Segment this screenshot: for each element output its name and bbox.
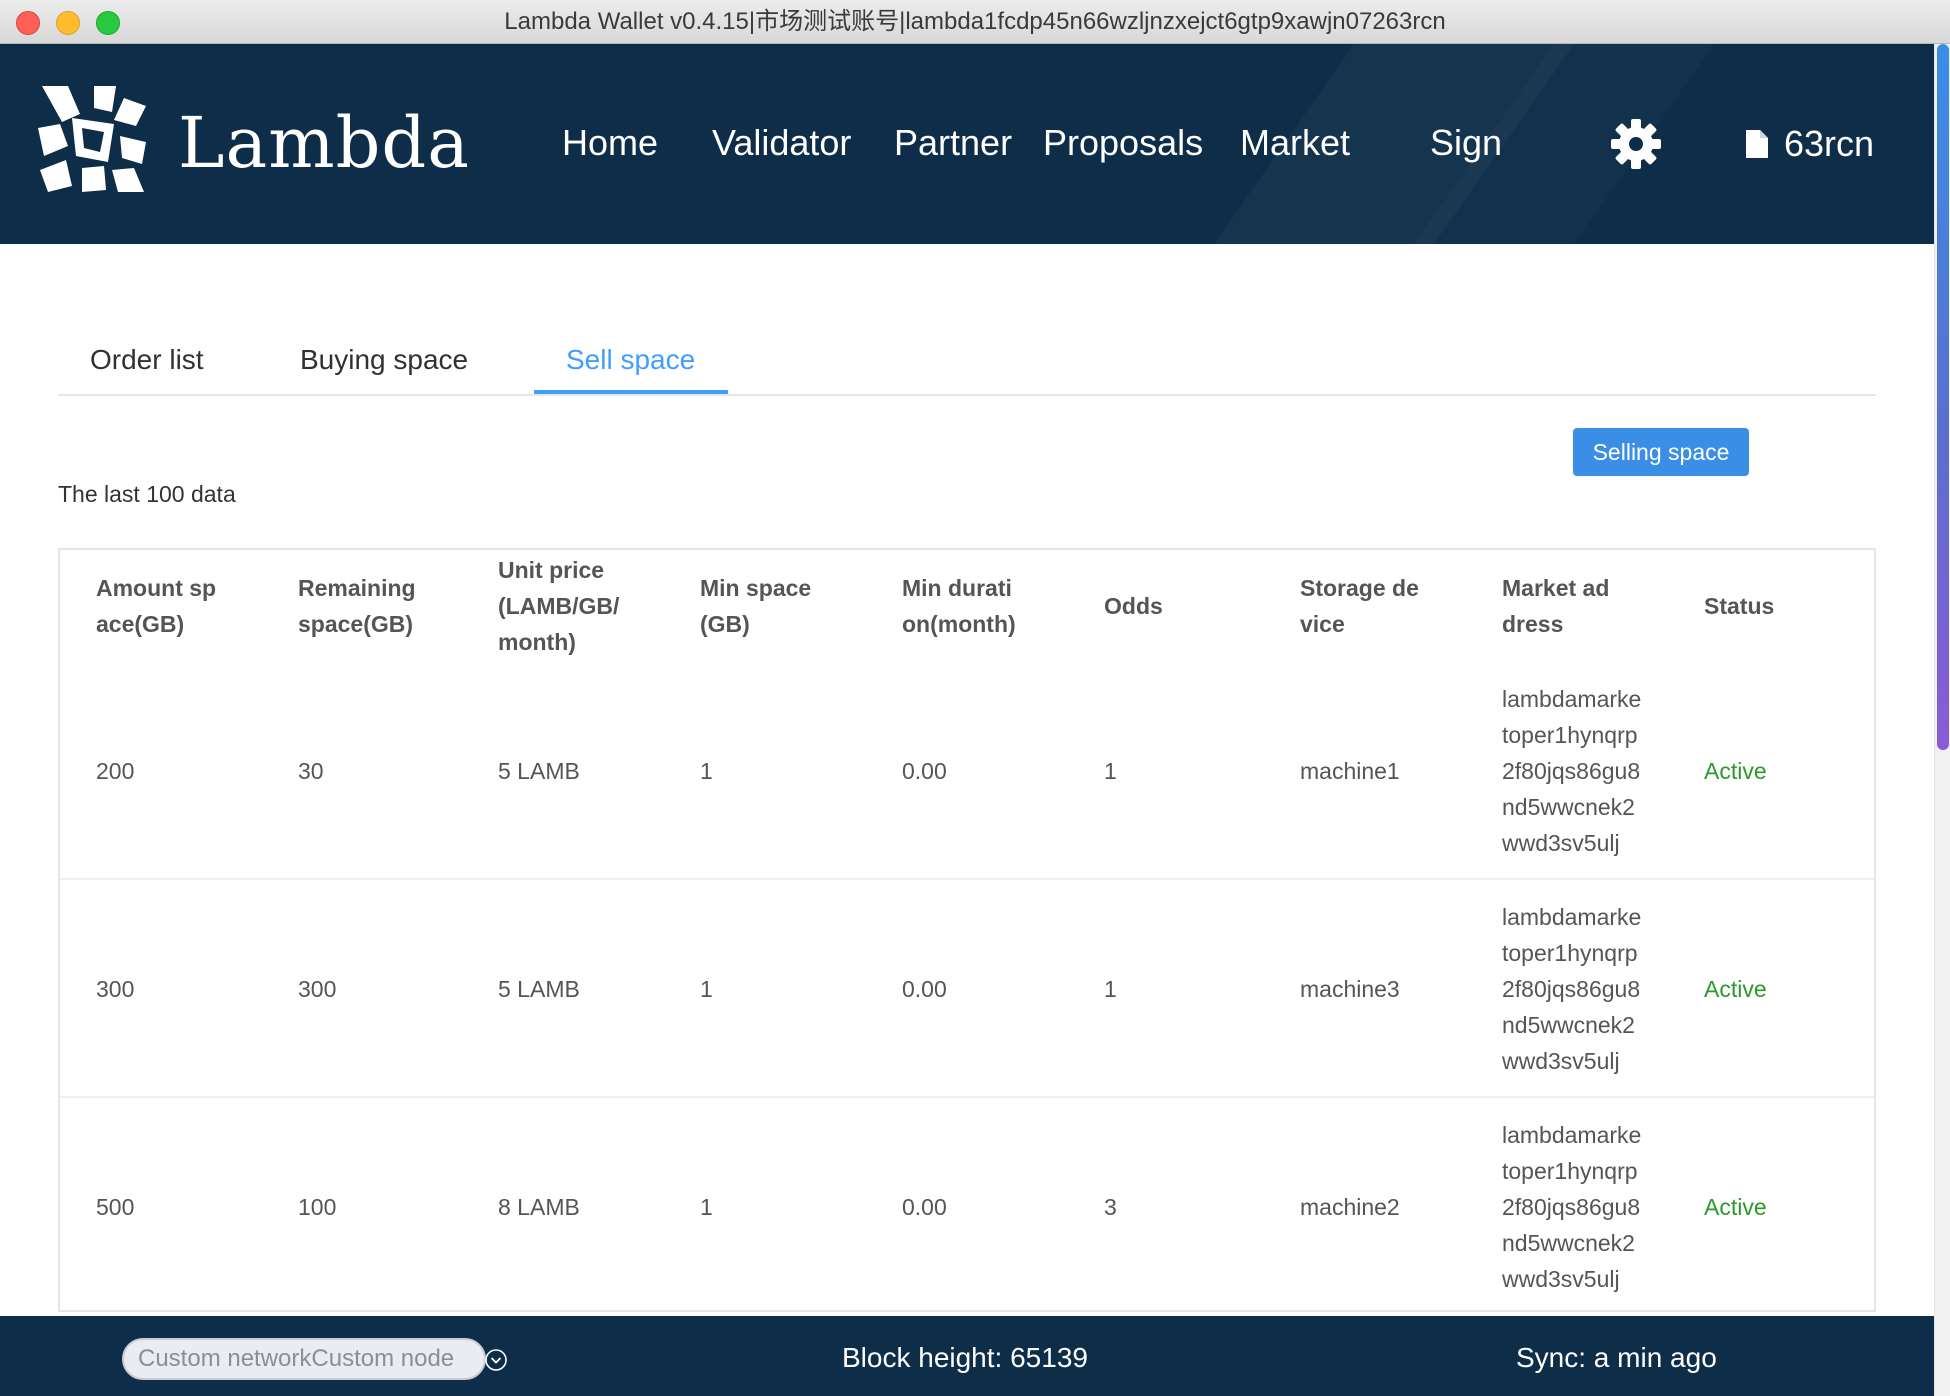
header-text-line: month) <box>498 629 576 655</box>
selling-space-button[interactable]: Selling space <box>1573 428 1749 476</box>
remaining-cell: 30 <box>298 757 324 784</box>
nav-partner[interactable]: Partner <box>894 122 1012 164</box>
unit-price-cell: 8 LAMB <box>498 1193 580 1220</box>
min-duration-cell: 0.00 <box>902 757 947 784</box>
min-duration-cell: 0.00 <box>902 975 947 1002</box>
amount-cell: 300 <box>96 975 135 1002</box>
market-address-cell: lambdamarketoper1hynqrp2f80jqs86gu8nd5ww… <box>1502 1122 1642 1292</box>
table-header: Amount sp ace(GB) Remaining space(GB) Unit p… <box>60 550 1874 662</box>
header-text-line: dress <box>1502 611 1564 637</box>
app-logo-text: Lambda <box>178 102 470 184</box>
header-text-line: (LAMB/GB/ <box>498 593 620 619</box>
nav-home[interactable]: Home <box>562 122 658 164</box>
min-space-cell: 1 <box>700 1193 713 1220</box>
unit-price-cell: 5 LAMB <box>498 757 580 784</box>
min-space-cell: 1 <box>700 975 713 1002</box>
odds-cell: 1 <box>1104 757 1117 784</box>
market-address-cell: lambdamarketoper1hynqrp2f80jqs86gu8nd5ww… <box>1502 686 1642 856</box>
tab-sell-space[interactable]: Sell space <box>566 344 695 376</box>
storage-device-cell: machine3 <box>1300 975 1400 1002</box>
header-text-line: Min space <box>700 575 812 601</box>
header-market-address: Market ad dress <box>1502 550 1609 662</box>
header-amount-space: Amount sp ace(GB) <box>96 550 216 662</box>
window-titlebar: Lambda Wallet v0.4.15|市场测试账号|lambda1fcdp… <box>0 0 1950 44</box>
last-data-caption: The last 100 data <box>58 481 236 507</box>
sync-status: Sync: a min ago <box>1516 1342 1717 1373</box>
header-storage-device: Storage de vice <box>1300 550 1419 662</box>
header-text-line: ace(GB) <box>96 611 185 637</box>
nav-validator[interactable]: Validator <box>712 122 851 164</box>
min-duration-cell: 0.00 <box>902 1193 947 1220</box>
header-text-line: space(GB) <box>298 611 414 637</box>
tab-order-list[interactable]: Order list <box>90 344 204 376</box>
header-text-line: Unit price <box>498 557 605 583</box>
scrollbar-thumb[interactable] <box>1937 44 1949 750</box>
storage-device-cell: machine2 <box>1300 1193 1400 1220</box>
gear-icon[interactable] <box>1610 118 1662 170</box>
header-status: Status <box>1704 550 1774 662</box>
header-unit-price: Unit price (LAMB/GB/month) <box>498 550 619 662</box>
status-cell: Active <box>1704 757 1767 784</box>
header-text-line: on(month) <box>902 611 1016 637</box>
active-tab-indicator <box>534 390 728 394</box>
header-text-line: vice <box>1300 611 1345 637</box>
nav-sign[interactable]: Sign <box>1430 122 1502 164</box>
header-text-line: Odds <box>1104 593 1163 619</box>
odds-cell: 3 <box>1104 1193 1117 1220</box>
status-cell: Active <box>1704 975 1767 1002</box>
table-row[interactable]: 500 100 8 LAMB 1 0.00 3 machine2 lambdamarketop… <box>60 1098 1874 1310</box>
header-text-line: Market ad <box>1502 575 1610 601</box>
min-space-cell: 1 <box>700 757 713 784</box>
network-select[interactable]: Custom networkCustom node <box>122 1338 486 1380</box>
tab-buying-space[interactable]: Buying space <box>300 344 468 376</box>
table-row[interactable]: 300 300 5 LAMB 1 0.00 1 machine3 lambdamarketop… <box>60 880 1874 1098</box>
status-footer: Custom networkCustom node Block height: … <box>0 1316 1934 1396</box>
app-header: Lambda Home Validator Partner Proposals … <box>0 44 1934 244</box>
header-min-space: Min space (GB) <box>700 550 811 662</box>
nav-proposals[interactable]: Proposals <box>1043 122 1203 164</box>
sell-space-table: Amount sp ace(GB) Remaining space(GB) Unit p… <box>58 548 1876 1312</box>
remaining-cell: 300 <box>298 975 337 1002</box>
block-height: Block height: 65139 <box>842 1342 1088 1373</box>
remaining-cell: 100 <box>298 1193 337 1220</box>
unit-price-cell: 5 LAMB <box>498 975 580 1002</box>
header-remaining-space: Remaining space(GB) <box>298 550 416 662</box>
header-odds: Odds <box>1104 550 1163 662</box>
amount-cell: 200 <box>96 757 135 784</box>
header-text-line: Amount sp <box>96 575 217 601</box>
document-icon <box>1746 130 1768 158</box>
header-min-duration: Min durati on(month) <box>902 550 1016 662</box>
storage-device-cell: machine1 <box>1300 757 1400 784</box>
header-text-line: Status <box>1704 593 1775 619</box>
header-text-line: Storage de <box>1300 575 1419 601</box>
page-scrollbar[interactable] <box>1934 44 1950 1396</box>
account-button[interactable]: 63rcn <box>1744 122 1874 166</box>
header-text-line: Remaining <box>298 575 416 601</box>
header-text-line: Min durati <box>902 575 1012 601</box>
chevron-down-icon[interactable] <box>484 1348 508 1372</box>
odds-cell: 1 <box>1104 975 1117 1002</box>
window-title: Lambda Wallet v0.4.15|市场测试账号|lambda1fcdp… <box>504 8 1446 35</box>
table-row[interactable]: 200 30 5 LAMB 1 0.00 1 machine1 lambdamarketope… <box>60 662 1874 880</box>
market-tabs: Order list Buying space Sell space <box>58 330 1876 396</box>
account-label: 63rcn <box>1784 123 1875 164</box>
amount-cell: 500 <box>96 1193 135 1220</box>
status-cell: Active <box>1704 1193 1767 1220</box>
lambda-logo-icon <box>38 86 146 192</box>
header-text-line: (GB) <box>700 611 750 637</box>
market-address-cell: lambdamarketoper1hynqrp2f80jqs86gu8nd5ww… <box>1502 904 1642 1074</box>
nav-market[interactable]: Market <box>1240 122 1350 164</box>
